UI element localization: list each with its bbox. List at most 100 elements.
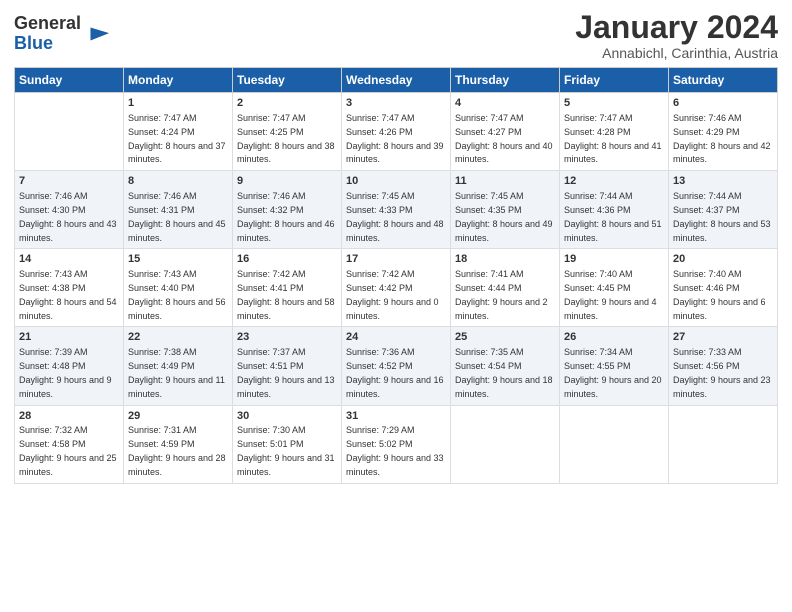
day-number: 30 [237,409,337,424]
day-number: 15 [128,252,228,267]
day-info: Sunrise: 7:37 AMSunset: 4:51 PMDaylight:… [237,347,335,398]
day-info: Sunrise: 7:46 AMSunset: 4:29 PMDaylight:… [673,113,771,164]
day-info: Sunrise: 7:31 AMSunset: 4:59 PMDaylight:… [128,425,226,476]
day-info: Sunrise: 7:47 AMSunset: 4:27 PMDaylight:… [455,113,553,164]
table-row: 20 Sunrise: 7:40 AMSunset: 4:46 PMDayligh… [669,249,778,327]
table-row: 28Sunrise: 7:32 AMSunset: 4:58 PMDayligh… [15,405,124,483]
day-number: 29 [128,409,228,424]
day-number: 5 [564,96,664,111]
day-info: Sunrise: 7:35 AMSunset: 4:54 PMDaylight:… [455,347,553,398]
day-info: Sunrise: 7:47 AMSunset: 4:24 PMDaylight:… [128,113,226,164]
calendar-week-row: 7 Sunrise: 7:46 AMSunset: 4:30 PMDaylight… [15,171,778,249]
day-number: 7 [19,174,119,189]
day-number: 26 [564,330,664,345]
day-info: Sunrise: 7:43 AMSunset: 4:40 PMDaylight:… [128,269,226,320]
calendar-week-row: 1 Sunrise: 7:47 AMSunset: 4:24 PMDaylight… [15,93,778,171]
table-row [451,405,560,483]
col-sunday: Sunday [15,68,124,93]
table-row: 30Sunrise: 7:30 AMSunset: 5:01 PMDayligh… [233,405,342,483]
table-row: 29Sunrise: 7:31 AMSunset: 4:59 PMDayligh… [124,405,233,483]
table-row: 13 Sunrise: 7:44 AMSunset: 4:37 PMDayligh… [669,171,778,249]
day-info: Sunrise: 7:47 AMSunset: 4:26 PMDaylight:… [346,113,444,164]
title-block: January 2024 Annabichl, Carinthia, Austr… [575,10,778,61]
col-saturday: Saturday [669,68,778,93]
day-info: Sunrise: 7:46 AMSunset: 4:31 PMDaylight:… [128,191,226,242]
table-row: 11 Sunrise: 7:45 AMSunset: 4:35 PMDayligh… [451,171,560,249]
table-row: 2 Sunrise: 7:47 AMSunset: 4:25 PMDaylight… [233,93,342,171]
logo-text: General Blue [14,14,81,54]
day-number: 14 [19,252,119,267]
day-number: 24 [346,330,446,345]
table-row: 8 Sunrise: 7:46 AMSunset: 4:31 PMDaylight… [124,171,233,249]
header: General Blue January 2024 Annabichl, Car… [14,10,778,61]
day-info: Sunrise: 7:30 AMSunset: 5:01 PMDaylight:… [237,425,335,476]
col-wednesday: Wednesday [342,68,451,93]
table-row: 18 Sunrise: 7:41 AMSunset: 4:44 PMDayligh… [451,249,560,327]
table-row: 24 Sunrise: 7:36 AMSunset: 4:52 PMDayligh… [342,327,451,405]
day-info: Sunrise: 7:47 AMSunset: 4:25 PMDaylight:… [237,113,335,164]
day-number: 9 [237,174,337,189]
day-info: Sunrise: 7:38 AMSunset: 4:49 PMDaylight:… [128,347,225,398]
day-info: Sunrise: 7:34 AMSunset: 4:55 PMDaylight:… [564,347,662,398]
day-number: 21 [19,330,119,345]
table-row: 10Sunrise: 7:45 AMSunset: 4:33 PMDayligh… [342,171,451,249]
table-row [15,93,124,171]
col-monday: Monday [124,68,233,93]
table-row: 26 Sunrise: 7:34 AMSunset: 4:55 PMDayligh… [560,327,669,405]
day-number: 19 [564,252,664,267]
day-info: Sunrise: 7:46 AMSunset: 4:32 PMDaylight:… [237,191,335,242]
table-row: 23 Sunrise: 7:37 AMSunset: 4:51 PMDayligh… [233,327,342,405]
table-row: 3 Sunrise: 7:47 AMSunset: 4:26 PMDaylight… [342,93,451,171]
table-row: 1 Sunrise: 7:47 AMSunset: 4:24 PMDaylight… [124,93,233,171]
table-row: 31Sunrise: 7:29 AMSunset: 5:02 PMDayligh… [342,405,451,483]
table-row: 14Sunrise: 7:43 AMSunset: 4:38 PMDayligh… [15,249,124,327]
table-row [669,405,778,483]
table-row: 12Sunrise: 7:44 AMSunset: 4:36 PMDayligh… [560,171,669,249]
logo: General Blue [14,14,111,54]
day-number: 27 [673,330,773,345]
day-number: 3 [346,96,446,111]
table-row: 4Sunrise: 7:47 AMSunset: 4:27 PMDaylight… [451,93,560,171]
day-number: 16 [237,252,337,267]
day-number: 25 [455,330,555,345]
day-number: 8 [128,174,228,189]
day-info: Sunrise: 7:45 AMSunset: 4:35 PMDaylight:… [455,191,553,242]
day-number: 18 [455,252,555,267]
calendar-week-row: 14Sunrise: 7:43 AMSunset: 4:38 PMDayligh… [15,249,778,327]
day-info: Sunrise: 7:29 AMSunset: 5:02 PMDaylight:… [346,425,444,476]
day-number: 17 [346,252,446,267]
day-info: Sunrise: 7:32 AMSunset: 4:58 PMDaylight:… [19,425,117,476]
day-number: 20 [673,252,773,267]
day-info: Sunrise: 7:46 AMSunset: 4:30 PMDaylight:… [19,191,117,242]
calendar-header-row: Sunday Monday Tuesday Wednesday Thursday… [15,68,778,93]
table-row: 5 Sunrise: 7:47 AMSunset: 4:28 PMDaylight… [560,93,669,171]
day-number: 2 [237,96,337,111]
table-row: 17 Sunrise: 7:42 AMSunset: 4:42 PMDayligh… [342,249,451,327]
day-info: Sunrise: 7:44 AMSunset: 4:37 PMDaylight:… [673,191,771,242]
table-row: 27 Sunrise: 7:33 AMSunset: 4:56 PMDayligh… [669,327,778,405]
day-info: Sunrise: 7:41 AMSunset: 4:44 PMDaylight:… [455,269,548,320]
day-info: Sunrise: 7:39 AMSunset: 4:48 PMDaylight:… [19,347,112,398]
day-info: Sunrise: 7:42 AMSunset: 4:42 PMDaylight:… [346,269,439,320]
table-row [560,405,669,483]
day-number: 1 [128,96,228,111]
day-info: Sunrise: 7:40 AMSunset: 4:45 PMDaylight:… [564,269,657,320]
col-tuesday: Tuesday [233,68,342,93]
day-number: 13 [673,174,773,189]
day-number: 23 [237,330,337,345]
day-number: 6 [673,96,773,111]
day-info: Sunrise: 7:33 AMSunset: 4:56 PMDaylight:… [673,347,771,398]
day-number: 12 [564,174,664,189]
day-number: 10 [346,174,446,189]
table-row: 6 Sunrise: 7:46 AMSunset: 4:29 PMDaylight… [669,93,778,171]
col-friday: Friday [560,68,669,93]
day-info: Sunrise: 7:40 AMSunset: 4:46 PMDaylight:… [673,269,766,320]
table-row: 25 Sunrise: 7:35 AMSunset: 4:54 PMDayligh… [451,327,560,405]
table-row: 19 Sunrise: 7:40 AMSunset: 4:45 PMDayligh… [560,249,669,327]
col-thursday: Thursday [451,68,560,93]
day-info: Sunrise: 7:36 AMSunset: 4:52 PMDaylight:… [346,347,444,398]
day-number: 11 [455,174,555,189]
day-info: Sunrise: 7:47 AMSunset: 4:28 PMDaylight:… [564,113,662,164]
table-row: 15 Sunrise: 7:43 AMSunset: 4:40 PMDayligh… [124,249,233,327]
calendar-table: Sunday Monday Tuesday Wednesday Thursday… [14,67,778,483]
